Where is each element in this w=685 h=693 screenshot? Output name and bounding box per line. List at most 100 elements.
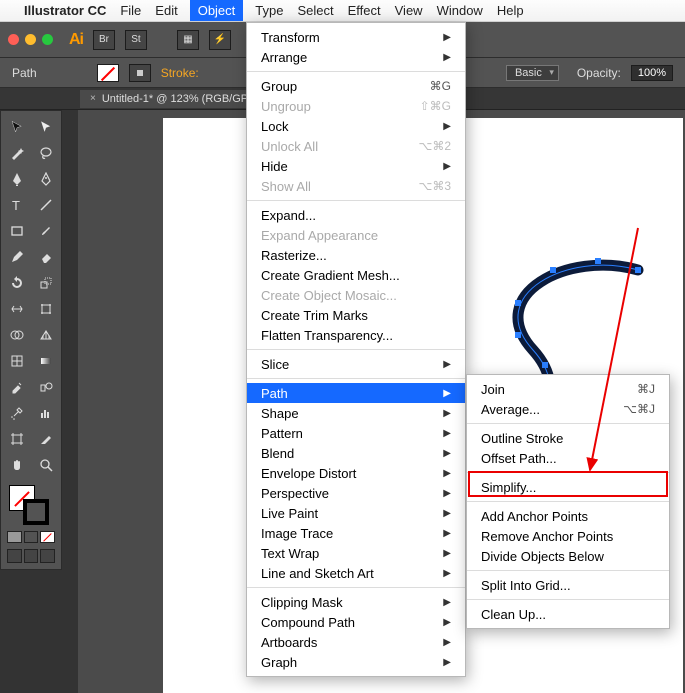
rectangle-tool[interactable]	[3, 219, 30, 243]
object-menu-item-flatten-transparency[interactable]: Flatten Transparency...	[247, 325, 465, 345]
illustrator-logo-icon: Ai	[69, 31, 83, 49]
selection-tool[interactable]	[3, 115, 30, 139]
path-menu-item-divide-objects-below[interactable]: Divide Objects Below	[467, 546, 669, 566]
menu-object[interactable]: Object	[190, 0, 244, 21]
object-menu-item-expand[interactable]: Expand...	[247, 205, 465, 225]
draw-behind-mode[interactable]	[24, 549, 39, 563]
menu-item-label: Live Paint	[261, 506, 318, 521]
menu-window[interactable]: Window	[437, 3, 483, 18]
arrange-docs-button[interactable]: ▦	[177, 30, 199, 50]
line-tool[interactable]	[32, 193, 59, 217]
eraser-tool[interactable]	[32, 245, 59, 269]
artboard-tool[interactable]	[3, 427, 30, 451]
menu-edit[interactable]: Edit	[155, 3, 177, 18]
menu-type[interactable]: Type	[255, 3, 283, 18]
pencil-tool[interactable]	[3, 245, 30, 269]
stroke-label[interactable]: Stroke:	[161, 66, 199, 80]
object-menu-item-perspective[interactable]: Perspective▶	[247, 483, 465, 503]
blend-tool[interactable]	[32, 375, 59, 399]
rotate-tool[interactable]	[3, 271, 30, 295]
object-menu-item-path[interactable]: Path▶	[247, 383, 465, 403]
width-tool[interactable]	[3, 297, 30, 321]
path-menu-item-simplify[interactable]: Simplify...	[467, 477, 669, 497]
zoom-tool[interactable]	[32, 453, 59, 477]
object-menu-item-shape[interactable]: Shape▶	[247, 403, 465, 423]
menu-select[interactable]: Select	[297, 3, 333, 18]
gradient-tool[interactable]	[32, 349, 59, 373]
menu-effect[interactable]: Effect	[348, 3, 381, 18]
draw-inside-mode[interactable]	[40, 549, 55, 563]
object-menu-item-arrange[interactable]: Arrange▶	[247, 47, 465, 67]
object-menu-item-blend[interactable]: Blend▶	[247, 443, 465, 463]
curvature-tool[interactable]	[32, 167, 59, 191]
object-menu-item-text-wrap[interactable]: Text Wrap▶	[247, 543, 465, 563]
stroke-swatch[interactable]	[129, 64, 151, 82]
mesh-tool[interactable]	[3, 349, 30, 373]
free-transform-tool[interactable]	[32, 297, 59, 321]
fill-stroke-indicator[interactable]	[3, 483, 59, 527]
shape-builder-tool[interactable]	[3, 323, 30, 347]
window-controls	[8, 34, 53, 45]
path-menu-item-offset-path[interactable]: Offset Path...	[467, 448, 669, 468]
path-menu-item-add-anchor-points[interactable]: Add Anchor Points	[467, 506, 669, 526]
minimize-window-button[interactable]	[25, 34, 36, 45]
object-menu-item-artboards[interactable]: Artboards▶	[247, 632, 465, 652]
opacity-value[interactable]: 100%	[631, 65, 673, 81]
menu-view[interactable]: View	[395, 3, 423, 18]
magic-wand-tool[interactable]	[3, 141, 30, 165]
column-graph-tool[interactable]	[32, 401, 59, 425]
close-window-button[interactable]	[8, 34, 19, 45]
draw-normal-mode[interactable]	[7, 549, 22, 563]
scale-tool[interactable]	[32, 271, 59, 295]
hand-tool[interactable]	[3, 453, 30, 477]
brush-style-dropdown[interactable]: Basic	[506, 65, 559, 81]
object-menu-item-rasterize[interactable]: Rasterize...	[247, 245, 465, 265]
close-tab-icon[interactable]: ×	[90, 93, 96, 104]
object-menu-item-pattern[interactable]: Pattern▶	[247, 423, 465, 443]
object-menu-item-compound-path[interactable]: Compound Path▶	[247, 612, 465, 632]
menu-item-label: Divide Objects Below	[481, 549, 604, 564]
symbol-sprayer-tool[interactable]	[3, 401, 30, 425]
object-menu-item-lock[interactable]: Lock▶	[247, 116, 465, 136]
object-menu-item-envelope-distort[interactable]: Envelope Distort▶	[247, 463, 465, 483]
lasso-tool[interactable]	[32, 141, 59, 165]
object-menu-item-line-and-sketch-art[interactable]: Line and Sketch Art▶	[247, 563, 465, 583]
fill-swatch[interactable]	[97, 64, 119, 82]
zoom-window-button[interactable]	[42, 34, 53, 45]
slice-tool[interactable]	[32, 427, 59, 451]
menu-file[interactable]: File	[120, 3, 141, 18]
path-menu-item-join[interactable]: Join⌘J	[467, 379, 669, 399]
object-menu-item-live-paint[interactable]: Live Paint▶	[247, 503, 465, 523]
menubar-app[interactable]: Illustrator CC	[24, 3, 106, 18]
path-menu-item-outline-stroke[interactable]: Outline Stroke	[467, 428, 669, 448]
path-menu-item-split-into-grid[interactable]: Split Into Grid...	[467, 575, 669, 595]
color-mode-gradient[interactable]	[24, 531, 39, 543]
object-menu-item-slice[interactable]: Slice▶	[247, 354, 465, 374]
pen-tool[interactable]	[3, 167, 30, 191]
eyedropper-tool[interactable]	[3, 375, 30, 399]
stock-button[interactable]: St	[125, 30, 147, 50]
object-menu-item-create-gradient-mesh[interactable]: Create Gradient Mesh...	[247, 265, 465, 285]
stroke-indicator-icon[interactable]	[23, 499, 49, 525]
perspective-grid-tool[interactable]	[32, 323, 59, 347]
menu-item-label: Clean Up...	[481, 607, 546, 622]
gpu-button[interactable]: ⚡	[209, 30, 231, 50]
color-mode-color[interactable]	[7, 531, 22, 543]
paintbrush-tool[interactable]	[32, 219, 59, 243]
opacity-label[interactable]: Opacity:	[577, 66, 621, 80]
object-menu-item-clipping-mask[interactable]: Clipping Mask▶	[247, 592, 465, 612]
object-menu-item-group[interactable]: Group⌘G	[247, 76, 465, 96]
object-menu-item-transform[interactable]: Transform▶	[247, 27, 465, 47]
color-mode-none[interactable]	[40, 531, 55, 543]
object-menu-item-hide[interactable]: Hide▶	[247, 156, 465, 176]
object-menu-item-image-trace[interactable]: Image Trace▶	[247, 523, 465, 543]
object-menu-item-graph[interactable]: Graph▶	[247, 652, 465, 672]
direct-selection-tool[interactable]	[32, 115, 59, 139]
path-menu-item-remove-anchor-points[interactable]: Remove Anchor Points	[467, 526, 669, 546]
path-menu-item-clean-up[interactable]: Clean Up...	[467, 604, 669, 624]
type-tool[interactable]: T	[3, 193, 30, 217]
path-menu-item-average[interactable]: Average...⌥⌘J	[467, 399, 669, 419]
object-menu-item-create-trim-marks[interactable]: Create Trim Marks	[247, 305, 465, 325]
menu-help[interactable]: Help	[497, 3, 524, 18]
bridge-button[interactable]: Br	[93, 30, 115, 50]
